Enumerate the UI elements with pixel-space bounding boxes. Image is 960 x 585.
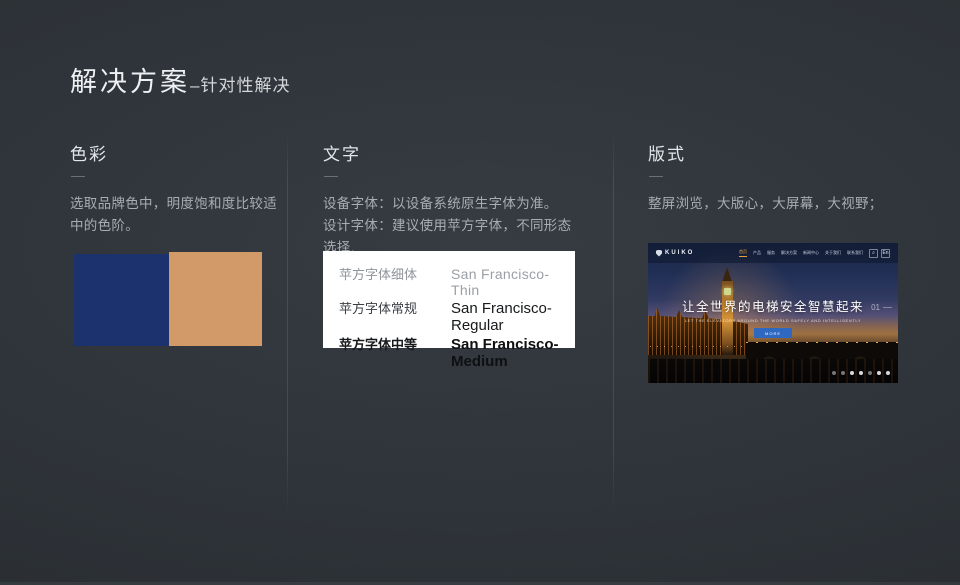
social-icon [868,371,872,375]
color-heading: 色彩 [70,140,278,165]
font-name-cn: 苹方字体中等 [339,334,451,353]
font-name-en: San Francisco-Medium [451,336,559,370]
page-title: 解决方案–针对性解决 [70,60,290,99]
font-row-thin: 苹方字体细体 San Francisco-Thin [339,264,559,298]
social-icon [841,371,845,375]
swatch-brand-blue [74,254,169,346]
pager-line [883,307,892,308]
site-hero: 让全世界的电梯安全智慧起来 LET THE ELEVATORS AROUND T… [648,296,898,338]
shield-icon [656,250,662,257]
social-icon [859,371,863,375]
site-nav-item: 新闻中心 [803,250,819,256]
heading-dash [649,176,663,177]
site-nav-item: 产品 [753,250,761,256]
site-logo-text: KUIKO [665,250,694,256]
social-icon [850,371,854,375]
presentation-slide: 解决方案–针对性解决 色彩 选取品牌色中，明度饱和度比较适中的色阶。 文字 设备… [0,0,960,585]
site-page-indicator: 01 [871,303,892,312]
site-headline: 让全世界的电梯安全智慧起来 [648,296,898,315]
page-number: 01 [871,303,880,312]
site-nav-item: 首页 [739,249,747,257]
column-divider-1 [287,133,288,515]
layout-heading: 版式 [648,140,898,165]
site-logo: KUIKO [656,250,694,257]
font-name-cn: 苹方字体常规 [339,298,451,317]
language-toggle: En [881,249,890,258]
site-social-icons [832,371,890,375]
font-name-cn: 苹方字体细体 [339,264,451,283]
color-swatches [74,252,262,346]
site-nav-items: 首页 产品 服务 解决方案 新闻中心 关于我们 联系我们 [739,249,863,257]
site-subheadline: LET THE ELEVATORS AROUND THE WORLD SAFEL… [648,318,898,323]
swatch-brand-tan [169,252,262,346]
color-description: 选取品牌色中，明度饱和度比较适中的色阶。 [70,193,278,237]
section-layout: 版式 整屏浏览，大版心，大屏幕，大视野； KUIKO 首页 产品 服务 [648,140,898,215]
section-typography: 文字 设备字体：以设备系统原生字体为准。 设计字体：建议使用苹方字体，不同形态选… [323,140,579,259]
font-name-en: San Francisco-Thin [451,266,559,298]
font-row-regular: 苹方字体常规 San Francisco-Regular [339,298,559,334]
social-icon [877,371,881,375]
website-screenshot: KUIKO 首页 产品 服务 解决方案 新闻中心 关于我们 联系我们 ⌕ En … [648,243,898,383]
big-ben-clock-face [724,288,731,295]
title-sub: –针对性解决 [190,76,290,95]
font-name-en: San Francisco-Regular [451,300,559,334]
social-icon [886,371,890,375]
title-main: 解决方案 [70,67,190,97]
heading-dash [324,176,338,177]
site-navbar: KUIKO 首页 产品 服务 解决方案 新闻中心 关于我们 联系我们 ⌕ En [648,243,898,263]
section-color: 色彩 选取品牌色中，明度饱和度比较适中的色阶。 [70,140,278,237]
font-row-medium: 苹方字体中等 San Francisco-Medium [339,334,559,370]
search-icon: ⌕ [869,249,878,258]
font-sample-card: 苹方字体细体 San Francisco-Thin 苹方字体常规 San Fra… [323,251,575,348]
site-more-button: MORE [754,328,792,338]
social-icon [832,371,836,375]
site-nav-item: 联系我们 [847,250,863,256]
column-divider-2 [613,133,614,515]
site-nav-item: 关于我们 [825,250,841,256]
layout-description: 整屏浏览，大版心，大屏幕，大视野； [648,193,898,215]
big-ben-spire [722,267,732,282]
heading-dash [71,176,85,177]
typography-line-1: 设备字体：以设备系统原生字体为准。 [323,193,579,215]
site-nav-tools: ⌕ En [869,249,890,258]
typography-heading: 文字 [323,140,579,165]
site-nav-item: 服务 [767,250,775,256]
site-nav-item: 解决方案 [781,250,797,256]
